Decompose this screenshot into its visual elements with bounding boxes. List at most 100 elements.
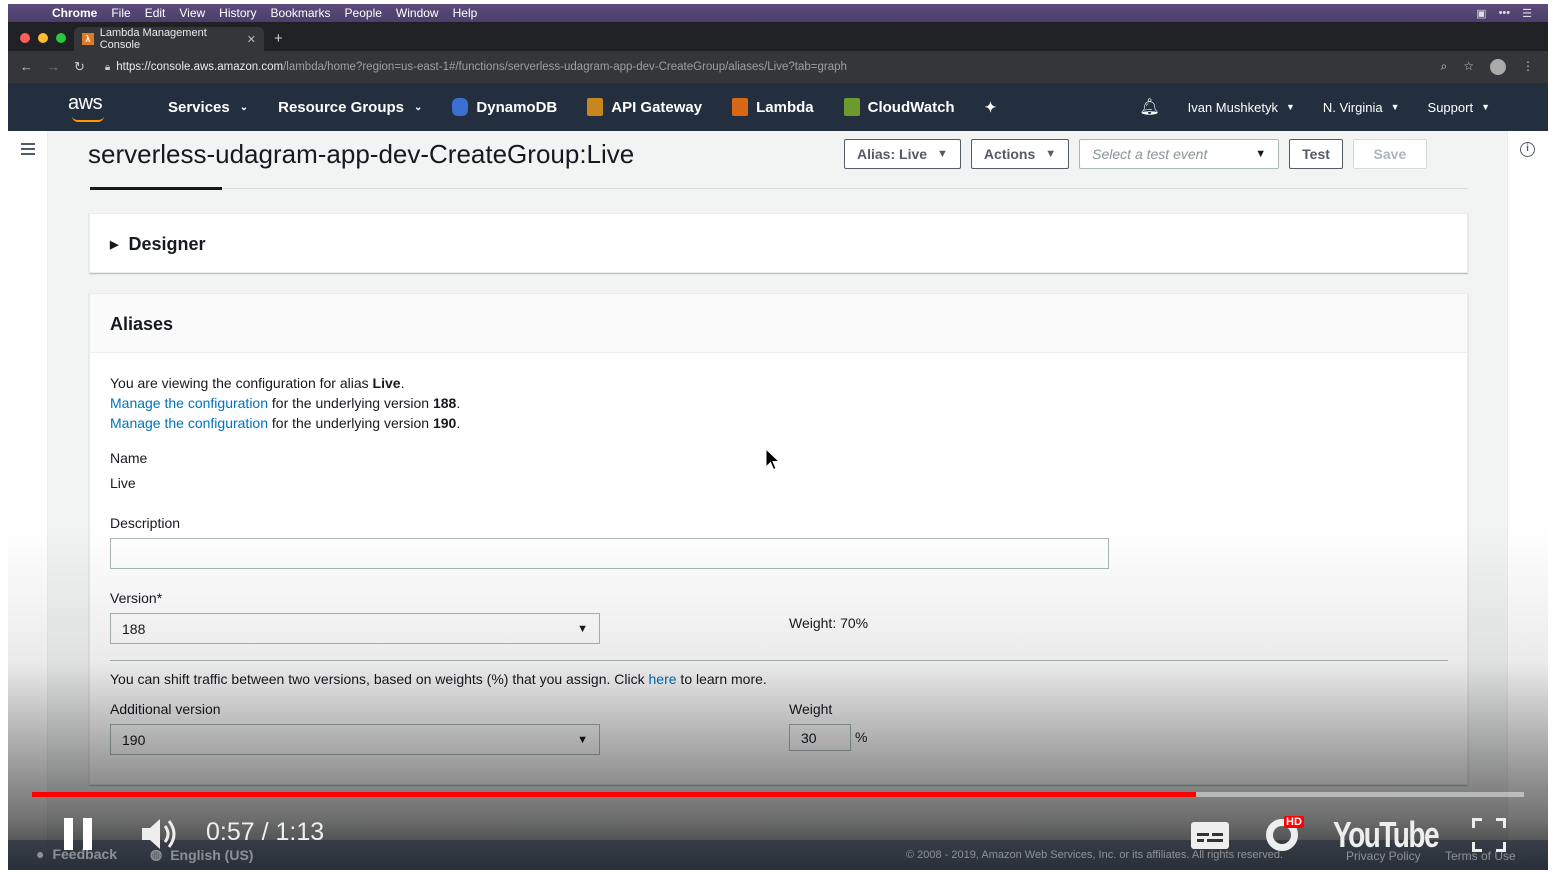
test-event-select[interactable]: Select a test event ▼ <box>1079 139 1280 169</box>
screen-record-icon[interactable]: ▣ <box>1476 7 1486 20</box>
aws-smile-icon <box>72 116 104 122</box>
menu-people[interactable]: People <box>345 6 382 20</box>
caret-down-icon: ▼ <box>1481 102 1490 112</box>
shortcut-label: Lambda <box>756 98 814 116</box>
aliases-title: Aliases <box>90 294 1467 353</box>
shortcut-dynamodb[interactable]: DynamoDB <box>452 98 557 116</box>
page-title: serverless-udagram-app-dev-CreateGroup:L… <box>88 139 635 169</box>
account-menu[interactable]: Ivan Mushketyk ▼ <box>1188 100 1295 115</box>
video-progress-bar[interactable] <box>32 792 1524 797</box>
profile-avatar[interactable] <box>1490 59 1506 75</box>
actions-button-label: Actions <box>983 146 1036 162</box>
learn-more-link[interactable]: here <box>649 671 677 687</box>
video-controls: 0:57 / 1:13 HD YouTube <box>8 810 1548 860</box>
close-window-icon[interactable] <box>20 33 30 43</box>
test-button[interactable]: Test <box>1289 139 1343 169</box>
new-tab-icon[interactable]: + <box>274 30 283 47</box>
manage-config-link-190[interactable]: Manage the configuration <box>110 415 268 431</box>
aws-top-nav: aws Services ⌄ Resource Groups ⌄ DynamoD… <box>8 83 1548 131</box>
minimize-window-icon[interactable] <box>38 33 48 43</box>
menu-history[interactable]: History <box>219 6 256 20</box>
weight-input[interactable]: 30 <box>789 724 851 751</box>
more-icon[interactable]: ••• <box>1499 7 1511 20</box>
back-icon[interactable]: ← <box>20 59 33 75</box>
aliases-panel: Aliases You are viewing the configuratio… <box>89 293 1468 785</box>
primary-weight-text: Weight: 70% <box>789 615 869 631</box>
lambda-icon <box>732 98 749 116</box>
menu-bookmarks[interactable]: Bookmarks <box>271 6 331 20</box>
zoom-window-icon[interactable] <box>56 33 66 43</box>
reload-icon[interactable]: ↻ <box>74 59 85 75</box>
alias-dropdown-button[interactable]: Alias: Live ▼ <box>844 139 961 169</box>
designer-toggle[interactable]: ▶ Designer <box>110 234 206 255</box>
region-menu[interactable]: N. Virginia ▼ <box>1323 100 1400 115</box>
window-controls <box>20 33 66 43</box>
caret-down-icon: ▼ <box>1390 102 1400 112</box>
test-event-placeholder: Select a test event <box>1092 146 1208 162</box>
zoom-icon[interactable]: ⌕ <box>1441 59 1448 75</box>
shortcut-label: API Gateway <box>611 98 703 116</box>
browser-tab[interactable]: λ Lambda Management Console ✕ <box>74 27 264 51</box>
fullscreen-icon[interactable] <box>1472 818 1506 852</box>
designer-title: Designer <box>128 234 206 254</box>
description-label: Description <box>110 515 181 531</box>
manage-config-link-188[interactable]: Manage the configuration <box>110 395 268 411</box>
shortcut-label: CloudWatch <box>867 98 955 116</box>
url-field[interactable]: https://console.aws.amazon.com/lambda/ho… <box>116 61 847 73</box>
api-gateway-icon <box>587 98 604 116</box>
list-icon[interactable]: ☰ <box>1522 7 1532 20</box>
weight-label: Weight <box>789 701 833 717</box>
url-host: https://console.aws.amazon.com <box>116 61 284 73</box>
pause-icon[interactable] <box>64 818 94 850</box>
close-tab-icon[interactable]: ✕ <box>247 33 256 46</box>
resource-groups-menu[interactable]: Resource Groups ⌄ <box>278 99 422 116</box>
caret-down-icon: ▼ <box>1285 102 1295 112</box>
additional-version-select[interactable]: 190 ▼ <box>110 724 600 755</box>
region-name: N. Virginia <box>1322 99 1383 115</box>
save-button[interactable]: Save <box>1352 139 1427 169</box>
support-label: Support <box>1427 99 1474 115</box>
info-icon[interactable]: i <box>1520 142 1535 157</box>
name-label: Name <box>110 450 148 466</box>
account-name: Ivan Mushketyk <box>1187 99 1278 115</box>
volume-icon[interactable] <box>140 816 180 852</box>
actions-dropdown-button[interactable]: Actions ▼ <box>970 139 1070 169</box>
support-menu[interactable]: Support ▼ <box>1428 100 1490 115</box>
menu-app-name[interactable]: Chrome <box>52 6 97 20</box>
youtube-logo[interactable]: YouTube <box>1333 814 1440 856</box>
menu-window[interactable]: Window <box>396 6 439 20</box>
shortcut-cloudwatch[interactable]: CloudWatch <box>843 98 955 116</box>
version-select-value: 188 <box>122 620 146 637</box>
pin-shortcut-button[interactable]: ✦ <box>985 99 997 116</box>
version-label: Version* <box>110 590 163 606</box>
aws-logo[interactable]: aws <box>68 92 112 122</box>
name-value: Live <box>110 475 136 491</box>
right-sidebar: i <box>1507 131 1548 870</box>
version-select[interactable]: 188 ▼ <box>110 613 600 644</box>
captions-icon[interactable] <box>1191 822 1229 849</box>
browser-tabbar: λ Lambda Management Console ✕ + <box>8 22 1548 51</box>
shortcut-api-gateway[interactable]: API Gateway <box>587 98 702 116</box>
menu-file[interactable]: File <box>111 6 130 20</box>
version-a-number: 188 <box>432 395 457 411</box>
manage-version-b-line: Manage the configuration for the underly… <box>110 415 461 431</box>
additional-version-label: Additional version <box>110 701 221 717</box>
shift-traffic-text: You can shift traffic between two versio… <box>110 671 767 687</box>
manage-version-a-line: Manage the configuration for the underly… <box>110 395 461 411</box>
caret-down-icon: ▼ <box>577 733 588 746</box>
alias-button-label: Alias: Live <box>857 146 928 162</box>
services-menu[interactable]: Services ⌄ <box>168 99 248 116</box>
kebab-menu-icon[interactable]: ⋮ <box>1522 59 1534 75</box>
menu-edit[interactable]: Edit <box>145 6 166 20</box>
bookmark-star-icon[interactable]: ☆ <box>1463 59 1474 75</box>
url-path: /lambda/home?region=us-east-1#/functions… <box>283 61 847 73</box>
hamburger-menu-icon[interactable] <box>21 143 35 158</box>
manage-suffix: for the underlying version <box>268 415 433 431</box>
menu-help[interactable]: Help <box>453 6 478 20</box>
notifications-bell-icon[interactable]: 🔔︎ <box>1139 97 1159 117</box>
left-sidebar <box>8 131 48 870</box>
forward-icon[interactable]: → <box>47 59 60 75</box>
menu-view[interactable]: View <box>179 6 205 20</box>
shortcut-lambda[interactable]: Lambda <box>732 98 814 116</box>
description-input[interactable] <box>110 538 1109 569</box>
